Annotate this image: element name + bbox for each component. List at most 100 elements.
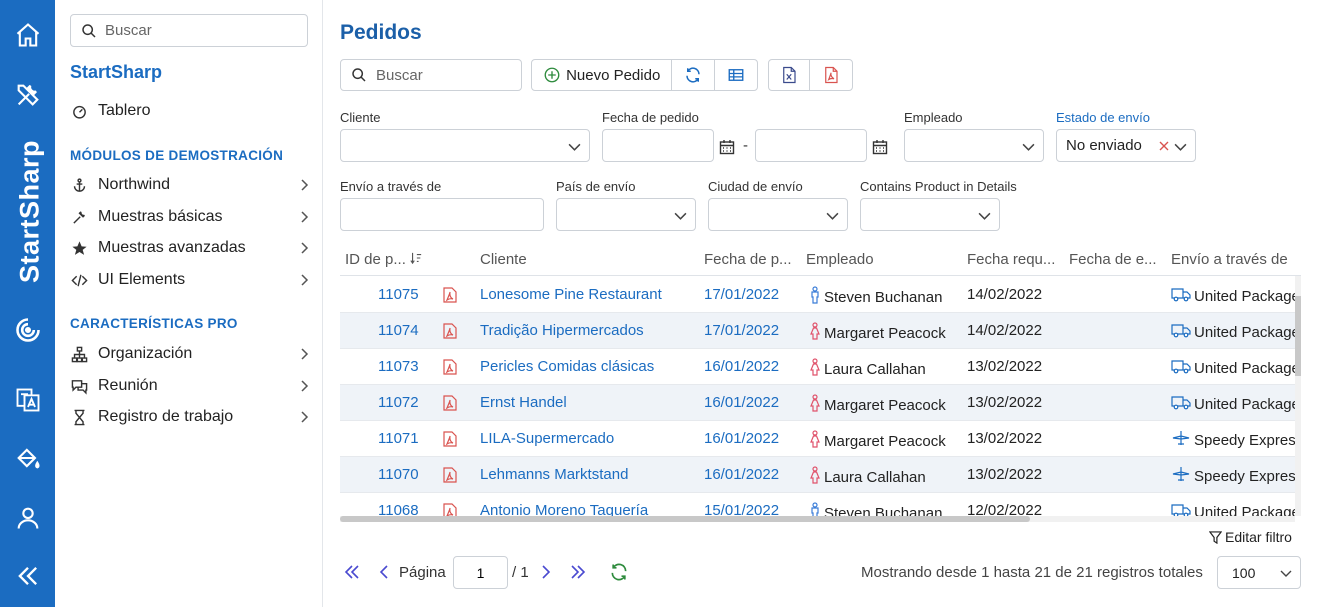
ship-status-filter[interactable]: No enviado bbox=[1056, 129, 1196, 162]
pdf-icon[interactable] bbox=[443, 431, 457, 451]
vertical-scrollbar[interactable] bbox=[1295, 276, 1301, 516]
order-id-link[interactable]: 11074 bbox=[378, 322, 419, 339]
prev-page-button[interactable] bbox=[374, 562, 394, 582]
employee-cell: Steven Buchanan bbox=[810, 286, 942, 308]
export-pdf-button[interactable] bbox=[810, 60, 852, 90]
customer-link[interactable]: Lehmanns Marktstand bbox=[480, 466, 695, 483]
table-row[interactable]: 11074 Tradição Hipermercados 17/01/2022 Mar… bbox=[340, 313, 1295, 349]
sidebar-item-work-log[interactable]: Registro de trabajo bbox=[70, 403, 310, 431]
col-header-required-date[interactable]: Fecha requ... bbox=[967, 251, 1055, 268]
sidebar-item-dashboard[interactable]: Tablero bbox=[70, 97, 310, 125]
orders-grid: ID de p... Cliente Fecha de p... Emplead… bbox=[340, 242, 1301, 522]
calendar-icon[interactable] bbox=[719, 139, 735, 155]
pdf-icon[interactable] bbox=[443, 359, 457, 379]
page-number-input[interactable] bbox=[453, 556, 508, 589]
pdf-icon[interactable] bbox=[443, 287, 457, 307]
table-row[interactable]: 11072 Ernst Handel 16/01/2022 Margaret Peac… bbox=[340, 385, 1295, 421]
sidebar-search-input[interactable] bbox=[105, 22, 295, 39]
dashboard-icon bbox=[70, 102, 88, 120]
sitemap-icon bbox=[70, 345, 88, 363]
sidebar-item-northwind[interactable]: Northwind bbox=[70, 171, 310, 199]
table-row[interactable]: 11075 Lonesome Pine Restaurant 17/01/2022 S… bbox=[340, 277, 1295, 313]
order-date-link[interactable]: 16/01/2022 bbox=[704, 394, 779, 411]
collapse-icon[interactable] bbox=[0, 554, 55, 598]
new-order-button[interactable]: Nuevo Pedido bbox=[532, 60, 673, 90]
sidebar-item-ui-elements[interactable]: UI Elements bbox=[70, 266, 310, 294]
sidebar-item-organization[interactable]: Organización bbox=[70, 340, 310, 368]
order-date-link[interactable]: 16/01/2022 bbox=[704, 430, 779, 447]
grid-search[interactable] bbox=[340, 59, 522, 91]
truck-icon bbox=[1171, 394, 1194, 414]
pdf-icon[interactable] bbox=[443, 323, 457, 343]
first-page-button[interactable] bbox=[342, 562, 362, 582]
order-date-to[interactable] bbox=[755, 129, 867, 162]
customer-link[interactable]: Ernst Handel bbox=[480, 394, 695, 411]
order-date-from[interactable] bbox=[602, 129, 714, 162]
user-icon[interactable] bbox=[0, 496, 55, 540]
female-icon bbox=[810, 358, 824, 380]
refresh-button[interactable] bbox=[672, 60, 716, 90]
table-row[interactable]: 11070 Lehmanns Marktstand 16/01/2022 Laura … bbox=[340, 457, 1295, 493]
chevron-right-icon bbox=[301, 179, 309, 191]
column-picker-button[interactable] bbox=[715, 60, 757, 90]
sidebar-search[interactable] bbox=[70, 14, 308, 47]
order-id-link[interactable]: 11070 bbox=[378, 466, 419, 483]
contains-product-filter[interactable] bbox=[860, 198, 1000, 231]
order-id-link[interactable]: 11072 bbox=[378, 394, 419, 411]
sidebar-item-basic-samples[interactable]: Muestras básicas bbox=[70, 203, 310, 231]
clear-icon[interactable] bbox=[1159, 141, 1169, 151]
order-date-link[interactable]: 17/01/2022 bbox=[704, 322, 779, 339]
customer-link[interactable]: Pericles Comidas clásicas bbox=[480, 358, 695, 375]
col-header-shipped-date[interactable]: Fecha de e... bbox=[1069, 251, 1157, 268]
sidebar-item-meeting[interactable]: Reunión bbox=[70, 372, 310, 400]
order-date-link[interactable]: 16/01/2022 bbox=[704, 466, 779, 483]
scrollbar-thumb[interactable] bbox=[340, 516, 1030, 522]
chevron-down-icon bbox=[1174, 143, 1187, 151]
next-page-button[interactable] bbox=[536, 562, 556, 582]
pdf-icon bbox=[825, 66, 838, 84]
required-date: 13/02/2022 bbox=[967, 358, 1043, 375]
col-header-order-date[interactable]: Fecha de p... bbox=[704, 251, 792, 268]
order-date-link[interactable]: 17/01/2022 bbox=[704, 286, 779, 303]
logo-icon[interactable] bbox=[0, 308, 55, 352]
order-id-link[interactable]: 11075 bbox=[378, 286, 419, 303]
page-size-select[interactable]: 100 bbox=[1217, 556, 1301, 589]
customer-filter[interactable] bbox=[340, 129, 590, 162]
chevron-down-icon bbox=[1280, 570, 1292, 577]
col-header-employee[interactable]: Empleado bbox=[806, 251, 874, 268]
order-date-link[interactable]: 16/01/2022 bbox=[704, 358, 779, 375]
customer-link[interactable]: Tradição Hipermercados bbox=[480, 322, 695, 339]
col-header-ship-via[interactable]: Envío a través de bbox=[1171, 251, 1288, 268]
reload-button[interactable] bbox=[609, 562, 629, 582]
col-header-id[interactable]: ID de p... bbox=[345, 251, 422, 268]
order-id-link[interactable]: 11073 bbox=[378, 358, 419, 375]
table-row[interactable]: 11071 LILA-Supermercado 16/01/2022 Margaret… bbox=[340, 421, 1295, 457]
scrollbar-thumb[interactable] bbox=[1295, 296, 1301, 376]
ship-via-cell: United Package bbox=[1171, 286, 1295, 306]
translate-icon[interactable] bbox=[0, 378, 55, 422]
customer-link[interactable]: Lonesome Pine Restaurant bbox=[480, 286, 695, 303]
home-icon[interactable] bbox=[0, 13, 55, 57]
export-excel-button[interactable] bbox=[769, 60, 810, 90]
last-page-button[interactable] bbox=[568, 562, 588, 582]
ship-city-filter[interactable] bbox=[708, 198, 848, 231]
order-id-link[interactable]: 11071 bbox=[378, 430, 419, 447]
customer-link[interactable]: LILA-Supermercado bbox=[480, 430, 695, 447]
paint-bucket-icon[interactable] bbox=[0, 436, 55, 480]
pdf-icon[interactable] bbox=[443, 395, 457, 415]
ship-country-filter[interactable] bbox=[556, 198, 696, 231]
employee-filter[interactable] bbox=[904, 129, 1044, 162]
sidebar-item-advanced-samples[interactable]: Muestras avanzadas bbox=[70, 234, 310, 262]
calendar-icon[interactable] bbox=[872, 139, 888, 155]
toolbar-group-export bbox=[768, 59, 853, 91]
employee-cell: Laura Callahan bbox=[810, 466, 926, 488]
edit-filter-link[interactable]: Editar filtro bbox=[1209, 529, 1292, 545]
tools-icon[interactable] bbox=[0, 73, 55, 117]
pdf-icon[interactable] bbox=[443, 467, 457, 487]
table-row[interactable]: 11073 Pericles Comidas clásicas 16/01/2022… bbox=[340, 349, 1295, 385]
grid-search-input[interactable] bbox=[376, 66, 516, 84]
horizontal-scrollbar[interactable] bbox=[340, 516, 1295, 522]
col-header-customer[interactable]: Cliente bbox=[480, 251, 527, 268]
ship-via-filter[interactable] bbox=[340, 198, 544, 231]
required-date: 13/02/2022 bbox=[967, 466, 1043, 483]
